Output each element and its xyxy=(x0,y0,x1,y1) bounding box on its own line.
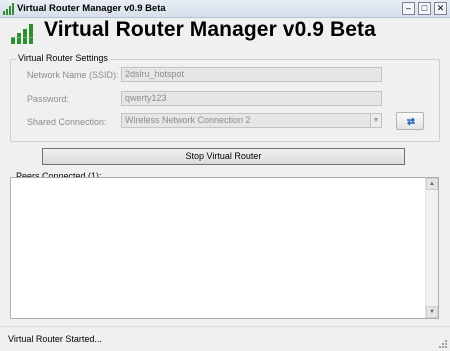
status-text: Virtual Router Started... xyxy=(8,334,102,344)
signal-bars-icon xyxy=(11,24,33,44)
app-header-title: Virtual Router Manager v0.9 Beta xyxy=(44,18,376,41)
title-bar[interactable]: Virtual Router Manager v0.9 Beta – □ ✕ xyxy=(0,0,450,18)
refresh-arrows-icon xyxy=(407,117,415,126)
scroll-down-icon[interactable]: ▼ xyxy=(426,306,438,318)
password-label: Password: xyxy=(27,94,70,104)
peers-list[interactable]: ▲ ▼ xyxy=(10,177,439,319)
shared-connection-label: Shared Connection: xyxy=(27,117,107,127)
scroll-up-icon[interactable]: ▲ xyxy=(426,178,438,190)
shared-connection-value: Wireless Network Connection 2 xyxy=(125,115,251,125)
close-button[interactable]: ✕ xyxy=(434,2,447,15)
peers-scrollbar[interactable]: ▲ ▼ xyxy=(425,178,438,318)
resize-grip-icon[interactable] xyxy=(438,339,448,349)
status-bar: Virtual Router Started... xyxy=(0,326,450,351)
minimize-button[interactable]: – xyxy=(402,2,415,15)
stop-virtual-router-button[interactable]: Stop Virtual Router xyxy=(42,148,405,165)
password-field[interactable]: qwerty123 xyxy=(121,91,382,106)
window-title: Virtual Router Manager v0.9 Beta xyxy=(17,3,166,14)
chevron-down-icon[interactable]: ▼ xyxy=(370,114,381,127)
ssid-label: Network Name (SSID): xyxy=(27,70,119,80)
shared-connection-select[interactable]: Wireless Network Connection 2 ▼ xyxy=(121,113,382,128)
ssid-field[interactable]: 2dslru_hotspot xyxy=(121,67,382,82)
refresh-button[interactable] xyxy=(396,112,424,130)
signal-bars-icon xyxy=(3,3,14,15)
maximize-button[interactable]: □ xyxy=(418,2,431,15)
settings-legend: Virtual Router Settings xyxy=(16,53,110,63)
